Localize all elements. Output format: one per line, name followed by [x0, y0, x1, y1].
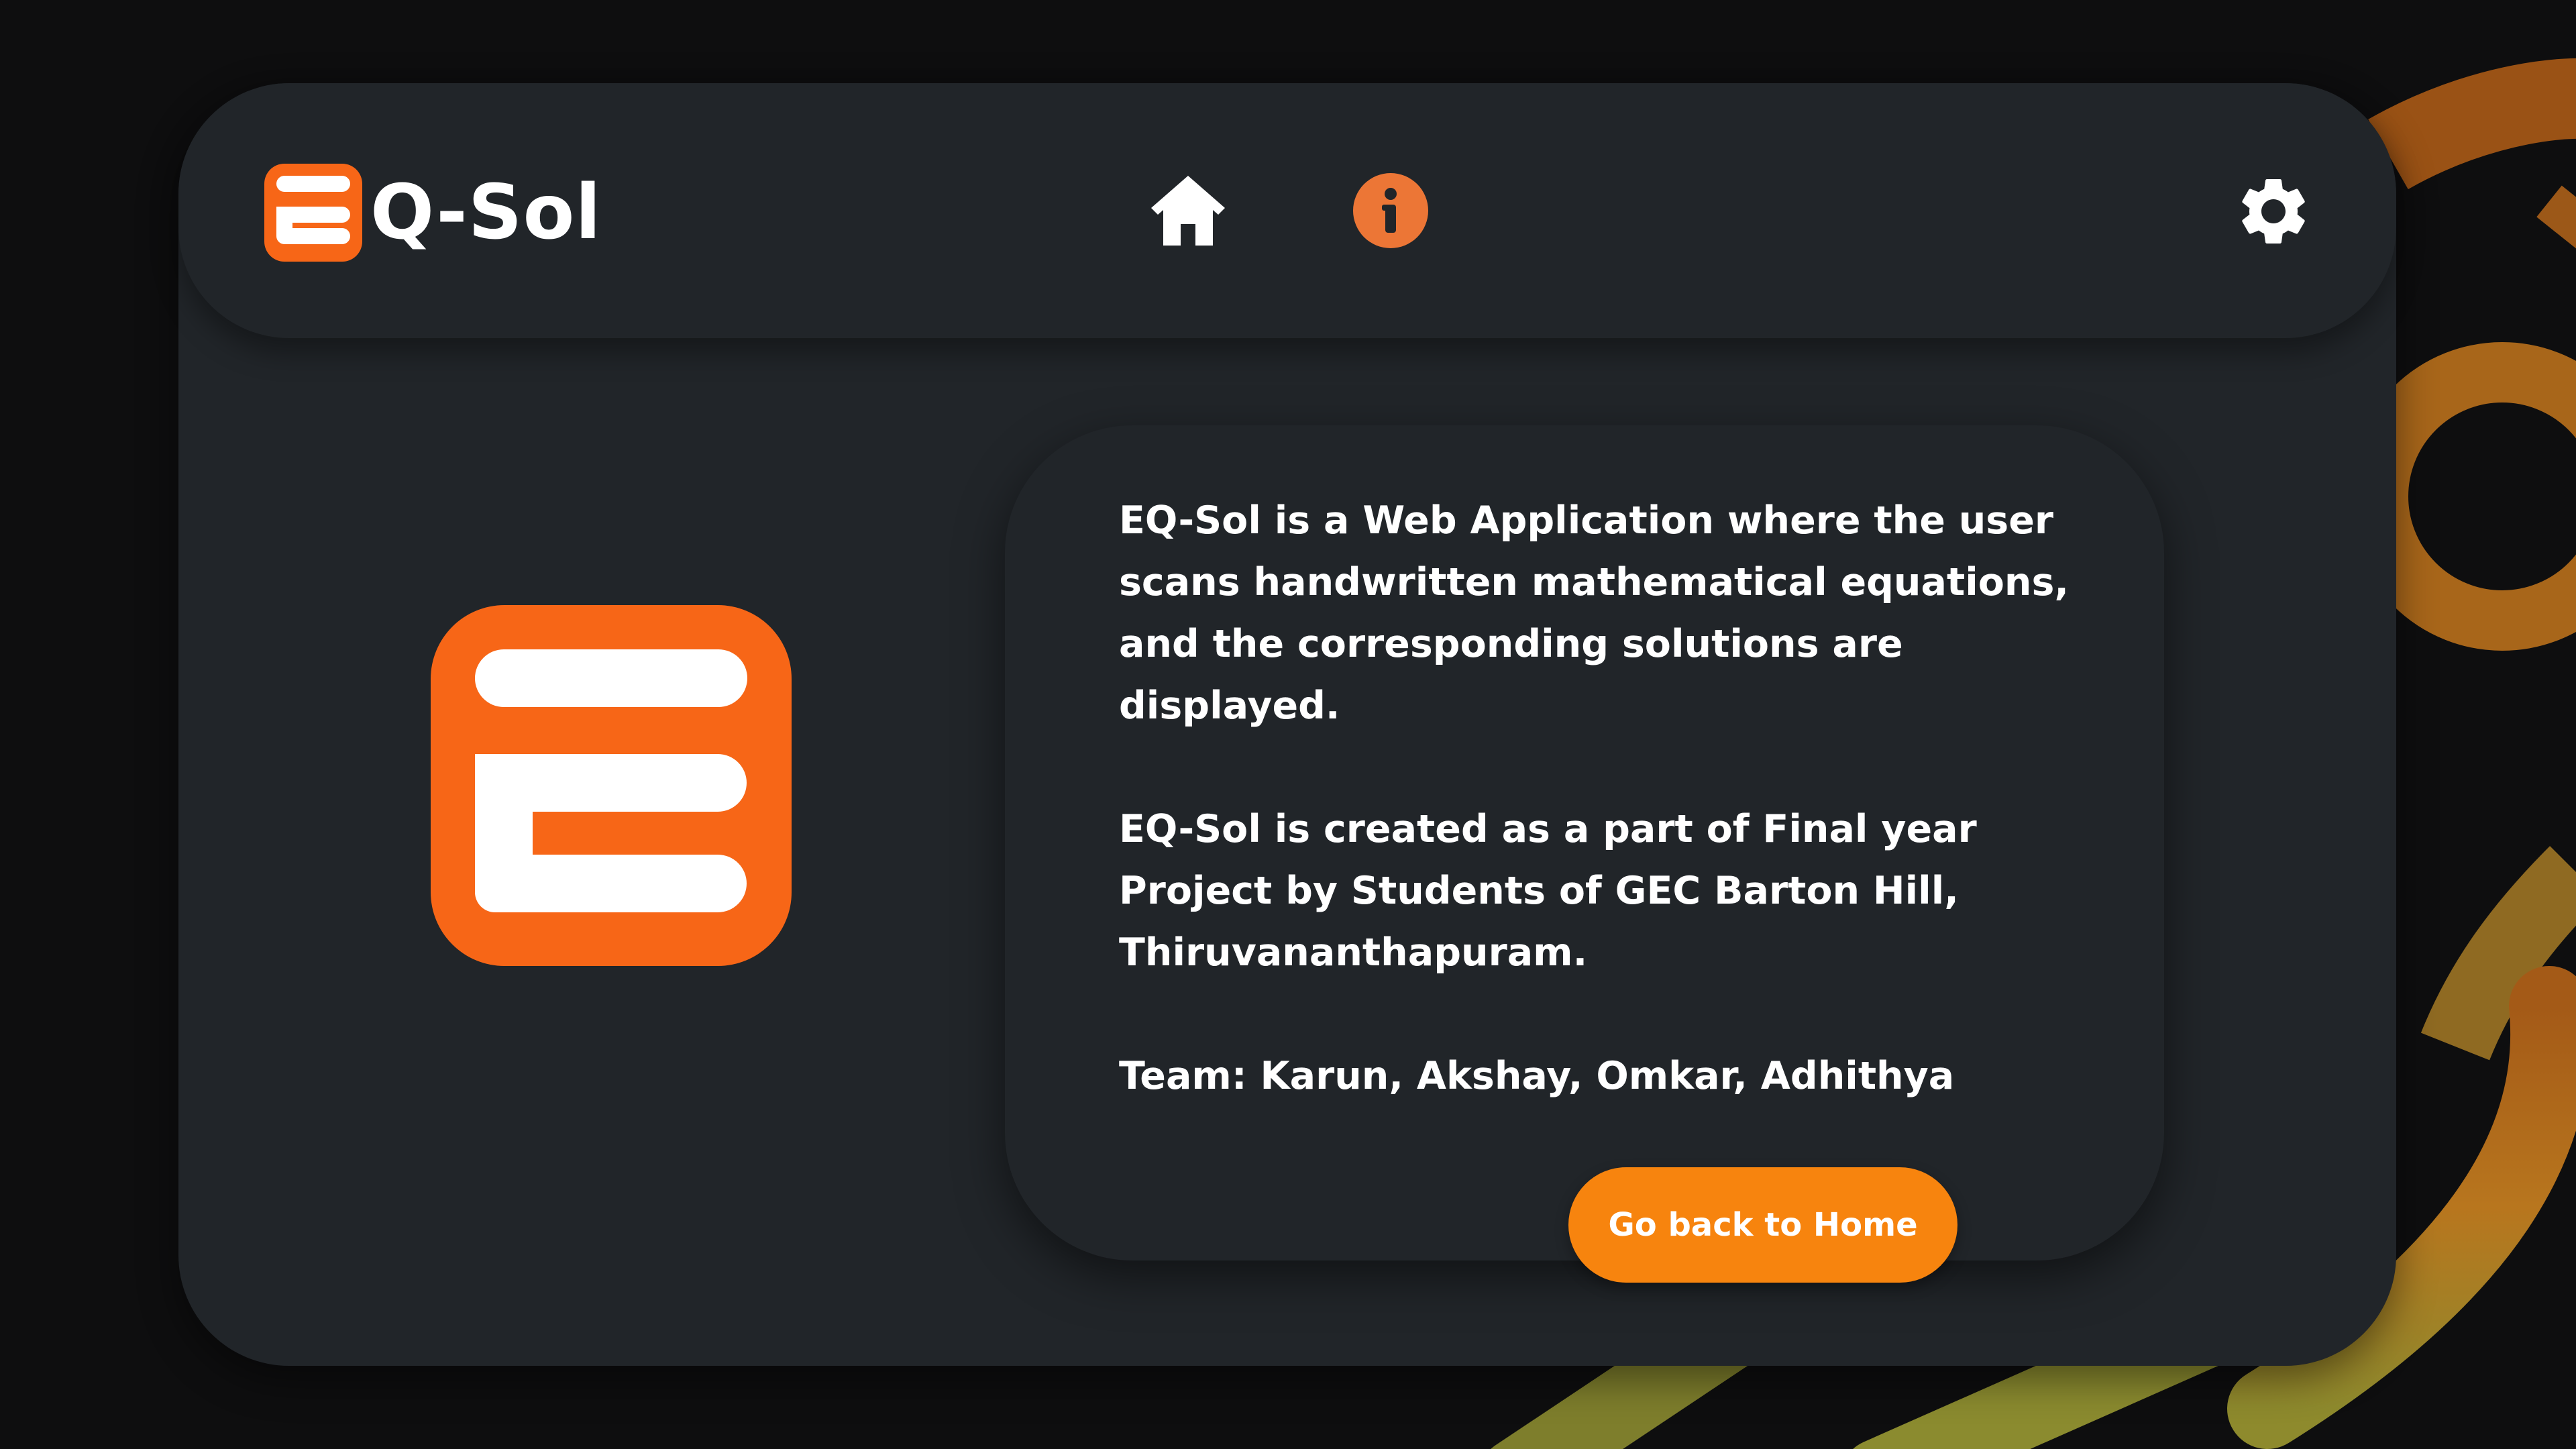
go-back-home-button[interactable]: Go back to Home: [1568, 1167, 1957, 1283]
gear-icon: [2242, 179, 2305, 244]
nav-home-button[interactable]: [1144, 169, 1232, 252]
main-card: Q-Sol EQ-Sol is a Web Application where …: [178, 83, 2396, 1366]
brand-logo[interactable]: Q-Sol: [264, 164, 602, 262]
eq-sol-logo-icon: [264, 164, 362, 262]
about-panel: EQ-Sol is a Web Application where the us…: [1005, 425, 2164, 1283]
info-icon: [1353, 173, 1428, 248]
brand-name: Q-Sol: [370, 169, 602, 256]
about-text: EQ-Sol is a Web Application where the us…: [1119, 490, 2125, 1107]
nav-about-button[interactable]: [1349, 169, 1432, 252]
about-project-credit: EQ-Sol is created as a part of Final yea…: [1119, 807, 1977, 975]
about-description: EQ-Sol is a Web Application where the us…: [1119, 498, 2070, 728]
eq-sol-large-logo: [431, 605, 792, 966]
nav-settings-button[interactable]: [2231, 169, 2316, 254]
top-navbar: Q-Sol: [178, 83, 2396, 338]
about-team: Team: Karun, Akshay, Omkar, Adhithya: [1119, 1054, 1955, 1098]
home-icon: [1151, 176, 1225, 246]
